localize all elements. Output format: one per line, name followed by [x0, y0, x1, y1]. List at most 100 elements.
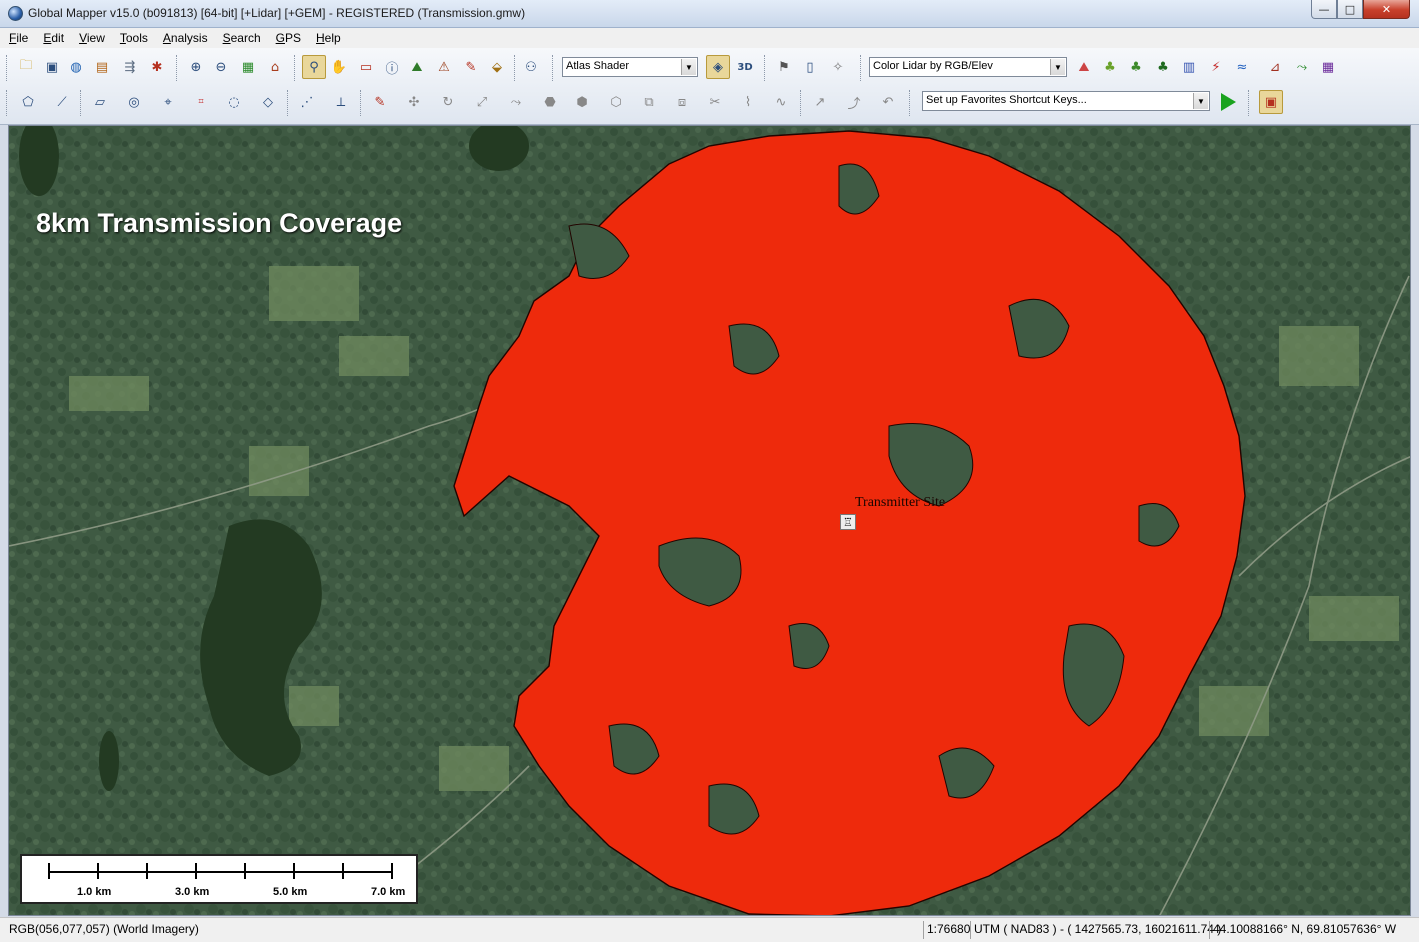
split-line-icon[interactable]: ⟂	[329, 90, 353, 114]
3d-view-icon[interactable]: 3D	[733, 55, 757, 79]
simplify-icon[interactable]: ⌇	[736, 90, 760, 114]
move-feature-icon[interactable]: ✣	[402, 90, 426, 114]
favorites-select[interactable]: Set up Favorites Shortcut Keys... ▼	[922, 91, 1210, 111]
shader-options-icon[interactable]: ◈	[706, 55, 730, 79]
shader-select[interactable]: Atlas Shader ▼	[562, 57, 698, 77]
lidar-ground-icon[interactable]: ⛰	[1072, 55, 1096, 79]
print-icon[interactable]: ▤	[90, 55, 114, 79]
undo-icon[interactable]: ↶	[876, 90, 900, 114]
create-line-icon[interactable]: ⟋	[50, 90, 74, 114]
lidar-low-veg-icon[interactable]: ♣	[1098, 55, 1122, 79]
close-button[interactable]: ✕	[1363, 0, 1410, 19]
pan-hand-icon[interactable]: ✋	[327, 55, 351, 79]
menu-gps[interactable]: GPS	[276, 31, 301, 45]
scale-feature-icon[interactable]: ⤢	[470, 90, 494, 114]
home-icon[interactable]: ⌂	[263, 55, 287, 79]
minimize-button[interactable]: —	[1311, 0, 1337, 19]
toolbar-grip[interactable]	[360, 90, 363, 116]
maximize-button[interactable]: □	[1337, 0, 1363, 19]
create-area-icon[interactable]: ⬠	[16, 90, 40, 114]
run-favorite-icon[interactable]	[1221, 93, 1236, 111]
toolbar-grip[interactable]	[6, 55, 9, 81]
full-view-icon[interactable]: ▦	[236, 55, 260, 79]
create-rect-icon[interactable]: ▱	[88, 90, 112, 114]
toolbar-row-2: ⬠ ⟋ ▱ ◎ ⌖ ⌗ ◌ ◇ ⋰ ⟂ ✎ ✣ ↻ ⤢ ⤳ ⬣ ⬢ ⬡ ⧉ ⧈ …	[0, 86, 1419, 120]
toolbar-grip[interactable]	[552, 55, 555, 81]
zoom-out-icon[interactable]: ⊖	[209, 55, 233, 79]
chevron-down-icon[interactable]: ▼	[1193, 93, 1208, 109]
view-shed-icon[interactable]: ⚠	[432, 55, 456, 79]
online-data-globe-icon[interactable]: ◍	[64, 55, 88, 79]
menu-view[interactable]: View	[79, 31, 105, 45]
lidar-color-select[interactable]: Color Lidar by RGB/Elev ▼	[869, 57, 1067, 77]
measure-icon[interactable]: ▭	[354, 55, 378, 79]
config-icon[interactable]: ✱	[145, 55, 169, 79]
toolbar-grip[interactable]	[287, 90, 290, 116]
zoom-tool-icon[interactable]: ⚲	[302, 55, 326, 79]
toolbar-grip[interactable]	[176, 55, 179, 81]
transmitter-tower-icon[interactable]: ♖	[840, 514, 856, 530]
menu-file[interactable]: File	[9, 31, 28, 45]
export-icon[interactable]: ⇶	[118, 55, 142, 79]
crop-icon[interactable]: ⧉	[637, 90, 661, 114]
reshape-feature-icon[interactable]: ⤳	[504, 90, 528, 114]
3d-path-icon[interactable]: ⬙	[485, 55, 509, 79]
chevron-down-icon[interactable]: ▼	[681, 59, 696, 75]
lidar-med-veg-icon[interactable]: ♣	[1124, 55, 1148, 79]
union-icon[interactable]: ⬣	[538, 90, 562, 114]
search-binoculars-icon[interactable]: ⚇	[519, 55, 543, 79]
lidar-building-icon[interactable]: ▥	[1177, 55, 1201, 79]
create-circle-icon[interactable]: ◎	[122, 90, 146, 114]
menu-search[interactable]: Search	[223, 31, 261, 45]
difference-icon[interactable]: ⬡	[604, 90, 628, 114]
status-scale: 1:76680	[923, 921, 973, 939]
lidar-powerline-icon[interactable]: ⚡	[1204, 55, 1228, 79]
toolbar-grip[interactable]	[800, 90, 803, 116]
digitizer-icon[interactable]: ✎	[459, 55, 483, 79]
toolbar-grip[interactable]	[764, 55, 767, 81]
create-point-icon[interactable]: ⌖	[156, 90, 180, 114]
lidar-water-icon[interactable]: ≈	[1230, 55, 1254, 79]
create-buffer-icon[interactable]: ◌	[222, 90, 246, 114]
gps-satellite-icon[interactable]: ✧	[826, 55, 850, 79]
delete-vertex-icon[interactable]: ⤴	[842, 90, 866, 114]
map-layout-icon[interactable]: ▣	[1259, 90, 1283, 114]
window-title: Global Mapper v15.0 (b091813) [64-bit] […	[28, 6, 526, 20]
scale-label: 7.0 km	[371, 886, 406, 898]
create-code-icon[interactable]: ⌗	[189, 90, 213, 114]
map-view[interactable]: 8km Transmission Coverage Transmitter Si…	[8, 125, 1411, 916]
create-grid-icon[interactable]: ◇	[256, 90, 280, 114]
lidar-high-veg-icon[interactable]: ♣	[1151, 55, 1175, 79]
lidar-grid-icon[interactable]: ▦	[1316, 55, 1340, 79]
menu-analysis[interactable]: Analysis	[163, 31, 208, 45]
menu-tools[interactable]: Tools	[120, 31, 148, 45]
lidar-autoclass-icon[interactable]: ⊿	[1263, 55, 1287, 79]
smooth-icon[interactable]: ∿	[769, 90, 793, 114]
save-icon[interactable]: ▣	[40, 55, 64, 79]
merge-icon[interactable]: ⧈	[670, 90, 694, 114]
gps-device-icon[interactable]: ▯	[798, 55, 822, 79]
lidar-tree-icon[interactable]: ⤳	[1290, 55, 1314, 79]
menu-edit[interactable]: Edit	[43, 31, 64, 45]
toolbar-grip[interactable]	[909, 90, 912, 116]
chevron-down-icon[interactable]: ▼	[1050, 59, 1065, 75]
toolbar-grip[interactable]	[80, 90, 83, 116]
vertex-icon[interactable]: ⋰	[295, 90, 319, 114]
intersect-icon[interactable]: ⬢	[570, 90, 594, 114]
toolbar-grip[interactable]	[1248, 90, 1251, 116]
toolbar-grip[interactable]	[6, 90, 9, 116]
cut-icon[interactable]: ✂	[703, 90, 727, 114]
rotate-feature-icon[interactable]: ↻	[436, 90, 460, 114]
toolbar-grip[interactable]	[860, 55, 863, 81]
toolbar-grip[interactable]	[294, 55, 297, 81]
feature-info-icon[interactable]: ⓘ	[380, 55, 404, 79]
gps-track-icon[interactable]: ⚑	[772, 55, 796, 79]
open-folder-icon[interactable]: 🗀	[14, 55, 38, 79]
path-profile-icon[interactable]: ⛰	[405, 55, 429, 79]
zoom-in-icon[interactable]: ⊕	[184, 55, 208, 79]
edit-shape-icon[interactable]: ✎	[368, 90, 392, 114]
toolbar-grip[interactable]	[514, 55, 517, 81]
insert-vertex-icon[interactable]: ↗	[808, 90, 832, 114]
menu-help[interactable]: Help	[316, 31, 341, 45]
menu-bar: File Edit View Tools Analysis Search GPS…	[0, 28, 1419, 48]
